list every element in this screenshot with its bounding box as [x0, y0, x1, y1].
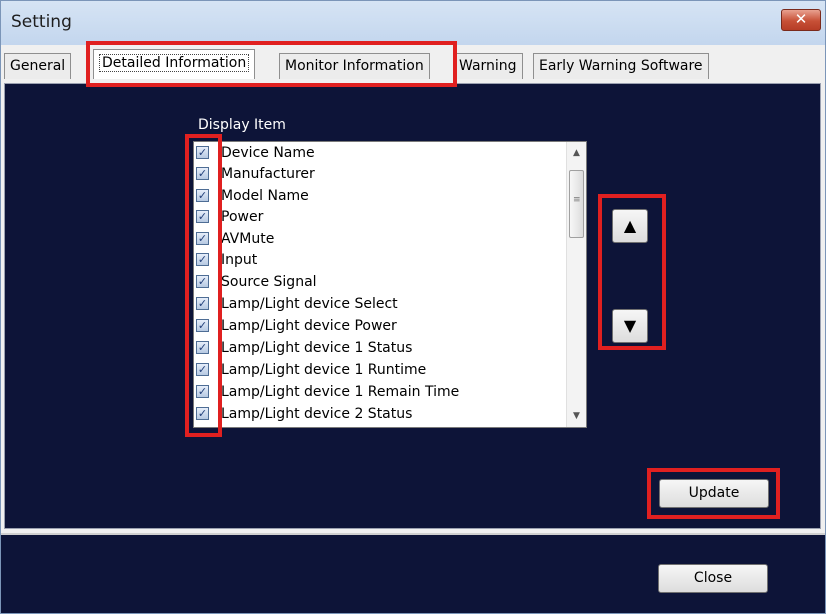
setting-window: Setting ✕ General Detailed Information M… — [0, 0, 826, 614]
checkmark-icon: ✓ — [197, 407, 208, 420]
tab-label: General — [10, 58, 66, 74]
list-item[interactable]: ✓ Lamp/Light device 1 Remain Time — [194, 381, 566, 403]
list-item[interactable]: ✓ AVMute — [194, 228, 566, 250]
scroll-down-icon[interactable]: ▼ — [567, 407, 586, 425]
list-item[interactable]: ✓ Power — [194, 206, 566, 228]
list-item[interactable]: ✓ Source Signal — [194, 271, 566, 293]
close-button[interactable]: Close — [658, 564, 768, 593]
list-item-label: AVMute — [221, 231, 275, 247]
list-item-label: Lamp/Light device 1 Runtime — [221, 362, 427, 378]
window-close-button[interactable]: ✕ — [781, 9, 821, 31]
tab-label: Monitor Information — [285, 58, 424, 74]
checkbox[interactable]: ✓ — [196, 363, 209, 376]
checkbox[interactable]: ✓ — [196, 189, 209, 202]
checkmark-icon: ✓ — [197, 297, 208, 310]
tab-early-warning-software[interactable]: Early Warning Software — [533, 53, 709, 79]
checkbox[interactable]: ✓ — [196, 297, 209, 310]
checkbox[interactable]: ✓ — [196, 407, 209, 420]
list-item[interactable]: ✓ Lamp/Light device 1 Status — [194, 337, 566, 359]
scroll-up-icon[interactable]: ▲ — [567, 144, 586, 162]
list-item-label: Device Name — [221, 145, 315, 161]
list-item-label: Lamp/Light device Select — [221, 296, 398, 312]
list-item-label: Lamp/Light device 2 Status — [221, 406, 413, 422]
move-up-button[interactable]: ▲ — [612, 209, 648, 243]
list-item[interactable]: ✓ Model Name — [194, 185, 566, 207]
window-title: Setting — [11, 12, 72, 32]
list-item[interactable]: ✓ Lamp/Light device 1 Runtime — [194, 359, 566, 381]
list-item-label: Model Name — [221, 188, 309, 204]
checkmark-icon: ✓ — [197, 189, 208, 202]
checkbox[interactable]: ✓ — [196, 210, 209, 223]
checkmark-icon: ✓ — [197, 385, 208, 398]
checkbox[interactable]: ✓ — [196, 167, 209, 180]
display-item-list[interactable]: ✓ Device Name ✓ Manufacturer ✓ Model Nam… — [193, 141, 587, 428]
tab-label: Detailed Information — [99, 54, 250, 72]
update-button[interactable]: Update — [659, 479, 769, 508]
move-down-button[interactable]: ▼ — [612, 309, 648, 343]
list-item[interactable]: ✓ Manufacturer — [194, 163, 566, 185]
display-item-label: Display Item — [198, 117, 286, 133]
checkmark-icon: ✓ — [197, 341, 208, 354]
checkmark-icon: ✓ — [197, 275, 208, 288]
list-vertical-scrollbar[interactable]: ▲ ≡ ▼ — [566, 142, 586, 427]
checkmark-icon: ✓ — [197, 253, 208, 266]
list-item-label: Lamp/Light device Power — [221, 318, 397, 334]
tab-general[interactable]: General — [4, 53, 72, 79]
checkmark-icon: ✓ — [197, 210, 208, 223]
list-item[interactable]: ✓ Device Name — [194, 142, 566, 164]
tab-warning[interactable]: Warning — [453, 53, 523, 79]
list-item-label: Source Signal — [221, 274, 317, 290]
list-item[interactable]: ✓ Lamp/Light device Power — [194, 315, 566, 337]
dialog-footer: Close — [1, 533, 825, 613]
checkbox[interactable]: ✓ — [196, 319, 209, 332]
tab-label: Warning — [459, 58, 517, 74]
tab-strip: General Detailed Information Monitor Inf… — [1, 45, 825, 83]
list-item-label: Power — [221, 209, 264, 225]
list-item-label: Lamp/Light device 1 Status — [221, 340, 413, 356]
checkmark-icon: ✓ — [197, 167, 208, 180]
checkmark-icon: ✓ — [197, 232, 208, 245]
checkmark-icon: ✓ — [197, 146, 208, 159]
title-bar: Setting ✕ — [1, 1, 825, 45]
checkbox[interactable]: ✓ — [196, 253, 209, 266]
list-item[interactable]: ✓ Input — [194, 249, 566, 271]
list-item-label: Manufacturer — [221, 166, 315, 182]
checkbox[interactable]: ✓ — [196, 146, 209, 159]
arrow-up-icon: ▲ — [623, 216, 637, 235]
list-item-label: Lamp/Light device 1 Remain Time — [221, 384, 460, 400]
list-item-label: Input — [221, 252, 258, 268]
close-icon: ✕ — [794, 10, 808, 28]
tab-detailed-information[interactable]: Detailed Information — [93, 49, 256, 79]
list-item[interactable]: ✓ Lamp/Light device 2 Status — [194, 403, 566, 425]
tab-monitor-information[interactable]: Monitor Information — [279, 53, 430, 79]
checkbox[interactable]: ✓ — [196, 232, 209, 245]
checkmark-icon: ✓ — [197, 319, 208, 332]
checkbox[interactable]: ✓ — [196, 341, 209, 354]
checkbox[interactable]: ✓ — [196, 385, 209, 398]
list-item[interactable]: ✓ Lamp/Light device Select — [194, 293, 566, 315]
arrow-down-icon: ▼ — [623, 316, 637, 335]
scroll-thumb[interactable]: ≡ — [569, 170, 584, 238]
grip-icon: ≡ — [573, 195, 581, 205]
checkbox[interactable]: ✓ — [196, 275, 209, 288]
tab-label: Early Warning Software — [539, 58, 703, 74]
checkmark-icon: ✓ — [197, 363, 208, 376]
